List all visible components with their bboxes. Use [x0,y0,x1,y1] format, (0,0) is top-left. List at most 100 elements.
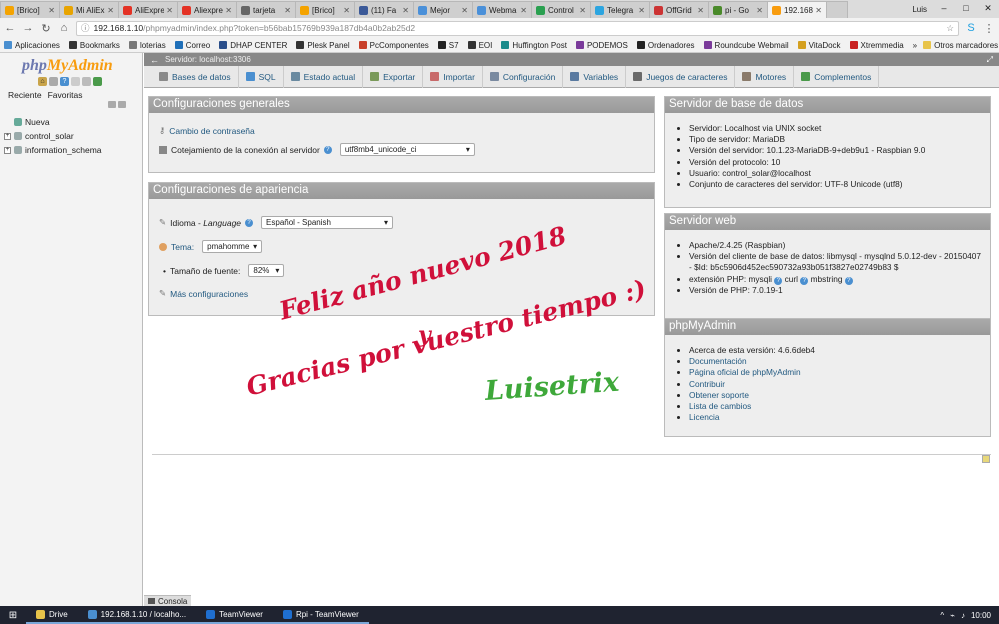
tree-item-control-solar[interactable]: + control_solar [4,129,102,143]
browser-tab[interactable]: Aliexpre ✕ [177,1,237,18]
taskbar-item[interactable]: Rpi - TeamViewer [272,606,369,624]
forward-icon[interactable]: → [22,22,34,34]
browser-tab[interactable]: Telegra ✕ [590,1,650,18]
windows-start-icon[interactable]: ⊞ [0,610,26,621]
browser-tab[interactable]: (11) Fa ✕ [354,1,414,18]
menu-tab[interactable]: Complementos [794,65,880,88]
close-tab-icon[interactable]: ✕ [284,6,291,15]
close-tab-icon[interactable]: ✕ [166,6,173,15]
settings-icon[interactable] [82,77,91,86]
help-icon[interactable]: ? [60,77,69,86]
browser-tab[interactable]: Webma ✕ [472,1,532,18]
minimize-icon[interactable]: – [933,0,955,16]
close-tab-icon[interactable]: ✕ [638,6,645,15]
browser-tab[interactable]: Mejor ✕ [413,1,473,18]
more-settings-link[interactable]: Más configuraciones [170,289,248,299]
exit-icon[interactable] [49,77,58,86]
server-label[interactable]: Servidor: localhost:3306 [165,55,251,64]
info-link[interactable]: Página oficial de phpMyAdmin [689,367,801,377]
taskbar-item[interactable]: 192.168.1.10 / localho... [77,606,197,624]
bookmark-item[interactable]: PODEMOS [575,41,628,50]
tab-favorites[interactable]: Favoritas [48,90,83,100]
back-icon[interactable]: ← [4,22,16,34]
bookmark-item[interactable]: Aplicaciones [4,41,60,50]
tree-item-information-schema[interactable]: + information_schema [4,143,102,157]
menu-tab[interactable]: Estado actual [284,65,364,88]
help-icon[interactable]: ? [245,218,254,227]
network-icon[interactable]: ⌁ [950,611,955,620]
expand-icon[interactable]: + [4,132,11,140]
theme-select[interactable]: pmahomme ▾ [202,240,263,253]
bookmark-item[interactable]: VitaDock [797,41,841,50]
collation-select[interactable]: utf8mb4_unicode_ci ▾ [339,143,475,156]
close-tab-icon[interactable]: ✕ [402,6,409,15]
bookmark-item[interactable]: Correo [174,41,210,50]
info-link[interactable]: Obtener soporte [689,390,749,400]
maximize-icon[interactable]: □ [955,0,977,16]
theme-label[interactable]: Tema: [171,242,194,252]
help-icon[interactable]: ? [800,276,809,285]
bookmark-item[interactable]: Roundcube Webmail [703,41,789,50]
bookmark-star-icon[interactable]: ☆ [946,23,954,34]
bookmark-item[interactable]: Plesk Panel [296,41,350,50]
browser-tab[interactable]: pi - Go ✕ [708,1,768,18]
menu-tab[interactable]: Importar [423,65,483,88]
info-link[interactable]: Documentación [689,356,747,366]
close-tab-icon[interactable]: ✕ [815,6,822,15]
menu-tab[interactable]: SQL [239,65,284,88]
help-icon[interactable]: ? [323,145,332,154]
bookmark-item[interactable]: Huffington Post [501,41,567,50]
bookmark-item[interactable]: Xtremmedia [849,41,904,50]
browser-tab[interactable]: 192.168 ✕ [767,1,827,18]
close-tab-icon[interactable]: ✕ [48,6,55,15]
browser-tab[interactable]: [Brico] ✕ [0,1,60,18]
taskbar-item[interactable]: TeamViewer [196,606,273,624]
close-tab-icon[interactable]: ✕ [343,6,350,15]
help-icon[interactable]: ? [844,276,853,285]
change-password-link[interactable]: Cambio de contraseña [169,126,255,136]
bookmarks-more[interactable]: » [913,41,917,50]
docs-icon[interactable] [71,77,80,86]
help-icon[interactable]: ? [774,276,783,285]
page-note-icon[interactable] [982,455,990,463]
profile-name[interactable]: Luis [906,5,933,14]
expand-icon[interactable]: + [4,146,11,154]
bookmark-item[interactable]: PcComponentes [358,41,429,50]
close-tab-icon[interactable]: ✕ [697,6,704,15]
info-link[interactable]: Lista de cambios [689,401,751,411]
clock[interactable]: 10:00 [971,611,991,620]
menu-icon[interactable]: ⋮ [983,22,995,35]
close-tab-icon[interactable]: ✕ [756,6,763,15]
volume-icon[interactable]: ♪ [961,611,965,620]
collapse-arrow-icon[interactable]: ← [150,55,159,65]
taskbar-item[interactable]: Drive [26,606,78,624]
close-tab-icon[interactable]: ✕ [107,6,114,15]
tab-recent[interactable]: Reciente [8,90,42,100]
close-window-icon[interactable]: ✕ [977,0,999,16]
phpmyadmin-logo[interactable]: phpMyAdmin [22,57,113,75]
bookmark-item[interactable]: EOI [467,41,492,50]
reload-nav-icon[interactable] [93,77,102,86]
menu-tab[interactable]: Motores [735,65,795,88]
browser-tab[interactable]: AliExpre ✕ [118,1,178,18]
menu-tab[interactable]: Juegos de caracteres [626,65,736,88]
browser-tab[interactable]: Control ✕ [531,1,591,18]
home-icon[interactable]: ⌂ [58,22,70,34]
close-tab-icon[interactable]: ✕ [520,6,527,15]
bookmark-item[interactable]: DHAP CENTER [219,41,287,50]
link-panels-icon[interactable] [118,101,126,108]
close-tab-icon[interactable]: ✕ [225,6,232,15]
home-icon[interactable]: ⌂ [38,77,47,86]
menu-tab[interactable]: Bases de datos [152,65,239,88]
browser-tab[interactable]: OffGrid ✕ [649,1,709,18]
info-icon[interactable]: ⓘ [81,22,90,34]
info-link[interactable]: Contribuir [689,379,725,389]
skype-extension-icon[interactable]: S [965,22,977,34]
maximize-page-icon[interactable]: ⤢ [987,55,993,65]
close-tab-icon[interactable]: ✕ [461,6,468,15]
bookmark-item[interactable]: Ordenadores [636,41,695,50]
address-bar[interactable]: ⓘ 192.168.1.10/phpmyadmin/index.php?toke… [76,20,959,36]
other-bookmarks[interactable]: Otros marcadores [923,41,998,50]
new-tab-button[interactable] [826,1,848,18]
browser-tab[interactable]: [Brico] ✕ [295,1,355,18]
